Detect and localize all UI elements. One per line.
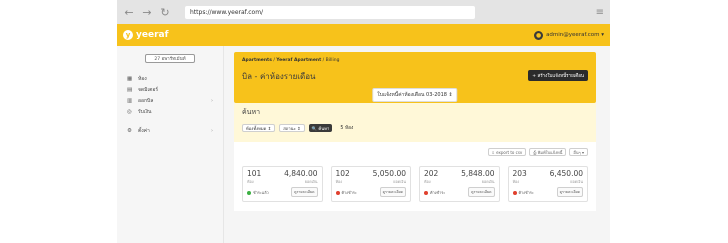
amount-label: ยอดเงิน xyxy=(570,179,583,184)
room-amount: 4,840.00 xyxy=(284,169,318,178)
room-label: ห้อง xyxy=(424,179,431,184)
sidebar-item-label: ตั้งค่า xyxy=(138,127,150,134)
search-panel: ค้นหา ห้องทั้งหมด ⇕ สถานะ ⇕ 🔍 ค้นหา 5 ห้… xyxy=(234,103,596,142)
sidebar-item-rooms[interactable]: ▦ ห้อง xyxy=(117,73,223,84)
status-dot-icon xyxy=(335,191,340,195)
brand-logo[interactable]: y yeeraf xyxy=(123,30,169,40)
status-filter-select[interactable]: สถานะ ⇕ xyxy=(279,124,305,132)
user-menu[interactable]: ● admin@yeeraf.com ▾ xyxy=(534,30,604,40)
breadcrumb-separator: / xyxy=(322,58,325,63)
browser-menu-icon[interactable]: ≡ xyxy=(596,7,604,18)
more-actions-button[interactable]: อื่นๆ ▾ xyxy=(569,148,588,156)
export-csv-button[interactable]: ⇩ export to csv xyxy=(487,148,527,156)
sidebar-item-meter[interactable]: ▤ จดมิเตอร์ xyxy=(117,84,223,95)
amount-label: ยอดเงิน xyxy=(304,179,318,184)
view-detail-button[interactable]: ดูรายละเอียด xyxy=(291,187,318,197)
room-number: 202 xyxy=(424,169,439,178)
status-badge: ชำระแล้ว xyxy=(247,190,269,196)
amount-label: ยอดเงิน xyxy=(481,179,495,184)
room-label: ห้อง xyxy=(512,179,520,184)
room-filter-select[interactable]: ห้องทั้งหมด ⇕ xyxy=(242,124,276,132)
breadcrumb-apartment[interactable]: Yeeraf Apartment xyxy=(276,58,321,63)
page-header: Apartments / Yeeraf Apartment / Billing … xyxy=(234,52,596,103)
browser-window: ← → ↻ https://www.yeeraf.com/ ≡ y yeeraf… xyxy=(117,0,610,243)
view-detail-button[interactable]: ดูรายละเอียด xyxy=(379,187,406,197)
room-number: 102 xyxy=(335,169,350,178)
address-bar[interactable]: https://www.yeeraf.com/ xyxy=(185,5,475,19)
sidebar-item-label: ออกบิล xyxy=(138,97,154,104)
status-text: ค้างชำระ xyxy=(430,190,446,195)
sidebar-item-label: ห้อง xyxy=(138,75,147,82)
breadcrumb: Apartments / Yeeraf Apartment / Billing xyxy=(242,58,588,63)
print-invoice-button[interactable]: ⎙ พิมพ์ใบแจ้งหนี้ xyxy=(529,148,567,156)
breadcrumb-billing: Billing xyxy=(325,58,340,63)
back-icon[interactable]: ← xyxy=(123,6,135,19)
view-detail-button[interactable]: ดูรายละเอียด xyxy=(556,187,583,197)
forward-icon[interactable]: → xyxy=(141,6,153,19)
sidebar-item-settings[interactable]: ⚙ ตั้งค่า › xyxy=(117,125,223,136)
create-invoice-button[interactable]: + สร้างใบแจ้งหนี้รายเดือน xyxy=(528,70,588,81)
app-topbar: y yeeraf ● admin@yeeraf.com ▾ xyxy=(117,24,610,46)
user-avatar-icon: ● xyxy=(534,30,544,40)
sidebar: 27 อพาร์ทเม้นท์ ▦ ห้อง ▤ จดมิเตอร์ ▥ ออก… xyxy=(117,46,224,243)
status-dot-icon xyxy=(424,191,428,195)
search-title: ค้นหา xyxy=(242,108,261,116)
main-content: Apartments / Yeeraf Apartment / Billing … xyxy=(224,46,610,243)
room-card[interactable]: 202 5,848.00 ห้อง ยอดเงิน ค้างชำระ ดูราย… xyxy=(419,166,500,202)
breadcrumb-separator: / xyxy=(273,58,275,63)
chevron-right-icon: › xyxy=(211,97,213,104)
sidebar-item-label: จดมิเตอร์ xyxy=(138,86,159,93)
room-label: ห้อง xyxy=(335,179,343,184)
search-button[interactable]: 🔍 ค้นหา xyxy=(308,124,333,132)
sidebar-item-label: รับเงิน xyxy=(138,108,152,115)
room-number: 101 xyxy=(247,169,262,178)
browser-toolbar: ← → ↻ https://www.yeeraf.com/ ≡ xyxy=(117,0,610,24)
logo-icon: y xyxy=(123,30,133,40)
breadcrumb-apartments[interactable]: Apartments xyxy=(242,58,272,63)
apartment-switch-button[interactable]: 27 อพาร์ทเม้นท์ xyxy=(145,54,195,63)
room-number: 203 xyxy=(512,169,527,178)
status-dot-icon xyxy=(247,191,251,195)
view-detail-button[interactable]: ดูรายละเอียด xyxy=(468,187,495,197)
chevron-right-icon: › xyxy=(211,127,213,134)
status-text: ค้างชำระ xyxy=(518,190,534,195)
action-bar: ⇩ export to csv ⎙ พิมพ์ใบแจ้งหนี้ อื่นๆ … xyxy=(242,148,588,157)
rooms-panel: ⇩ export to csv ⎙ พิมพ์ใบแจ้งหนี้ อื่นๆ … xyxy=(234,142,596,211)
rooms-icon: ▦ xyxy=(127,75,133,82)
payment-icon: ◎ xyxy=(127,108,132,115)
status-dot-icon xyxy=(512,191,517,195)
sidebar-item-billing[interactable]: ▥ ออกบิล › xyxy=(117,95,223,106)
amount-label: ยอดเงิน xyxy=(393,179,406,184)
room-grid: 101 4,840.00 ห้อง ยอดเงิน ชำระแล้ว ดูราย… xyxy=(242,166,588,202)
room-amount: 6,450.00 xyxy=(549,169,583,178)
room-card[interactable]: 203 6,450.00 ห้อง ยอดเงิน ค้างชำระ ดูราย… xyxy=(507,166,588,202)
room-amount: 5,848.00 xyxy=(461,169,495,178)
result-count: 5 ห้อง xyxy=(340,126,354,131)
status-text: ค้างชำระ xyxy=(341,190,357,195)
status-badge: ค้างชำระ xyxy=(512,190,534,196)
gear-icon: ⚙ xyxy=(127,127,132,134)
invoice-period-select[interactable]: ใบแจ้งหนี้ค่าห้องเดือน 03-2018 ⇕ xyxy=(372,88,458,102)
user-email: admin@yeeraf.com ▾ xyxy=(546,32,604,38)
status-badge: ค้างชำระ xyxy=(424,190,445,196)
reload-icon[interactable]: ↻ xyxy=(159,6,171,19)
meter-icon: ▤ xyxy=(127,86,133,93)
brand-name: yeeraf xyxy=(136,30,169,40)
sidebar-item-payment[interactable]: ◎ รับเงิน xyxy=(117,106,223,117)
room-card[interactable]: 102 5,050.00 ห้อง ยอดเงิน ค้างชำระ ดูราย… xyxy=(330,166,411,202)
room-amount: 5,050.00 xyxy=(372,169,406,178)
status-badge: ค้างชำระ xyxy=(335,190,357,196)
billing-icon: ▥ xyxy=(127,97,133,104)
status-text: ชำระแล้ว xyxy=(253,190,269,195)
room-label: ห้อง xyxy=(247,179,254,184)
room-card[interactable]: 101 4,840.00 ห้อง ยอดเงิน ชำระแล้ว ดูราย… xyxy=(242,166,323,202)
